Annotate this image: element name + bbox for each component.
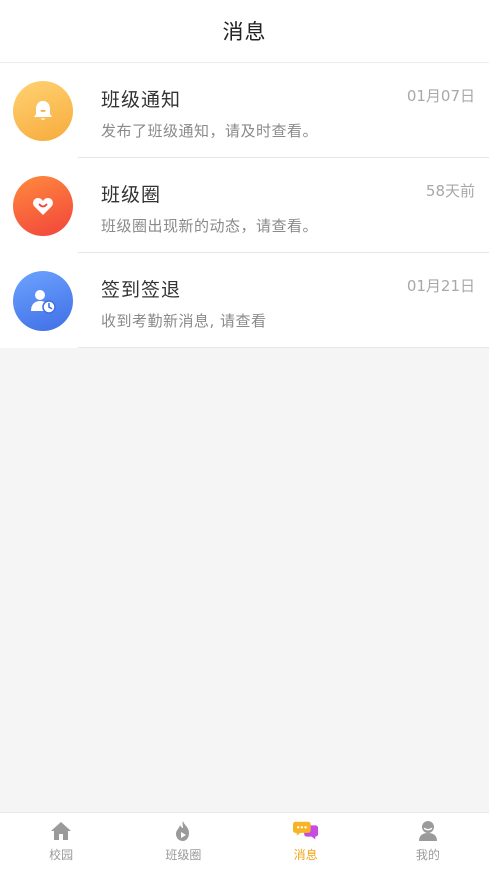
tab-campus[interactable]: 校园 <box>0 813 122 869</box>
flame-icon <box>170 819 196 843</box>
message-list: 班级通知 发布了班级通知，请及时查看。 01月07日 班级圈 班级圈出现新的动态… <box>0 63 489 348</box>
bell-icon <box>34 101 52 120</box>
page-title: 消息 <box>222 20 267 44</box>
message-item-sign-in-out[interactable]: 签到签退 收到考勤新消息, 请查看 01月21日 <box>0 253 489 348</box>
message-item-class-notice[interactable]: 班级通知 发布了班级通知，请及时查看。 01月07日 <box>0 63 489 158</box>
tab-label: 消息 <box>293 848 318 862</box>
message-time: 01月07日 <box>406 87 475 105</box>
user-clock-icon <box>31 290 56 314</box>
header-bar: 消息 <box>0 0 489 63</box>
profile-icon <box>415 819 441 843</box>
sign-in-out-avatar <box>13 271 73 331</box>
tab-mine[interactable]: 我的 <box>367 813 489 869</box>
tab-label: 班级圈 <box>165 848 202 862</box>
tab-label: 我的 <box>415 848 440 862</box>
class-circle-avatar <box>13 176 73 236</box>
message-preview: 发布了班级通知，请及时查看。 <box>101 122 319 140</box>
tab-label: 校园 <box>49 848 74 862</box>
divider <box>78 347 489 348</box>
message-time: 01月21日 <box>406 277 475 295</box>
message-title: 签到签退 <box>101 279 182 301</box>
bottom-tab-bar: 校园 班级圈 消息 我的 <box>0 812 489 869</box>
message-preview: 班级圈出现新的动态，请查看。 <box>101 217 319 235</box>
home-icon <box>48 819 74 843</box>
message-title: 班级圈 <box>101 184 162 206</box>
tab-class-circle[interactable]: 班级圈 <box>122 813 244 869</box>
message-item-class-circle[interactable]: 班级圈 班级圈出现新的动态，请查看。 58天前 <box>0 158 489 253</box>
chat-bubbles-icon <box>292 819 319 843</box>
message-preview: 收到考勤新消息, 请查看 <box>101 312 267 330</box>
message-time: 58天前 <box>425 182 475 200</box>
class-notice-avatar <box>13 81 73 141</box>
message-title: 班级通知 <box>101 89 182 111</box>
tab-messages[interactable]: 消息 <box>245 813 367 869</box>
heart-smile-icon <box>33 198 53 215</box>
